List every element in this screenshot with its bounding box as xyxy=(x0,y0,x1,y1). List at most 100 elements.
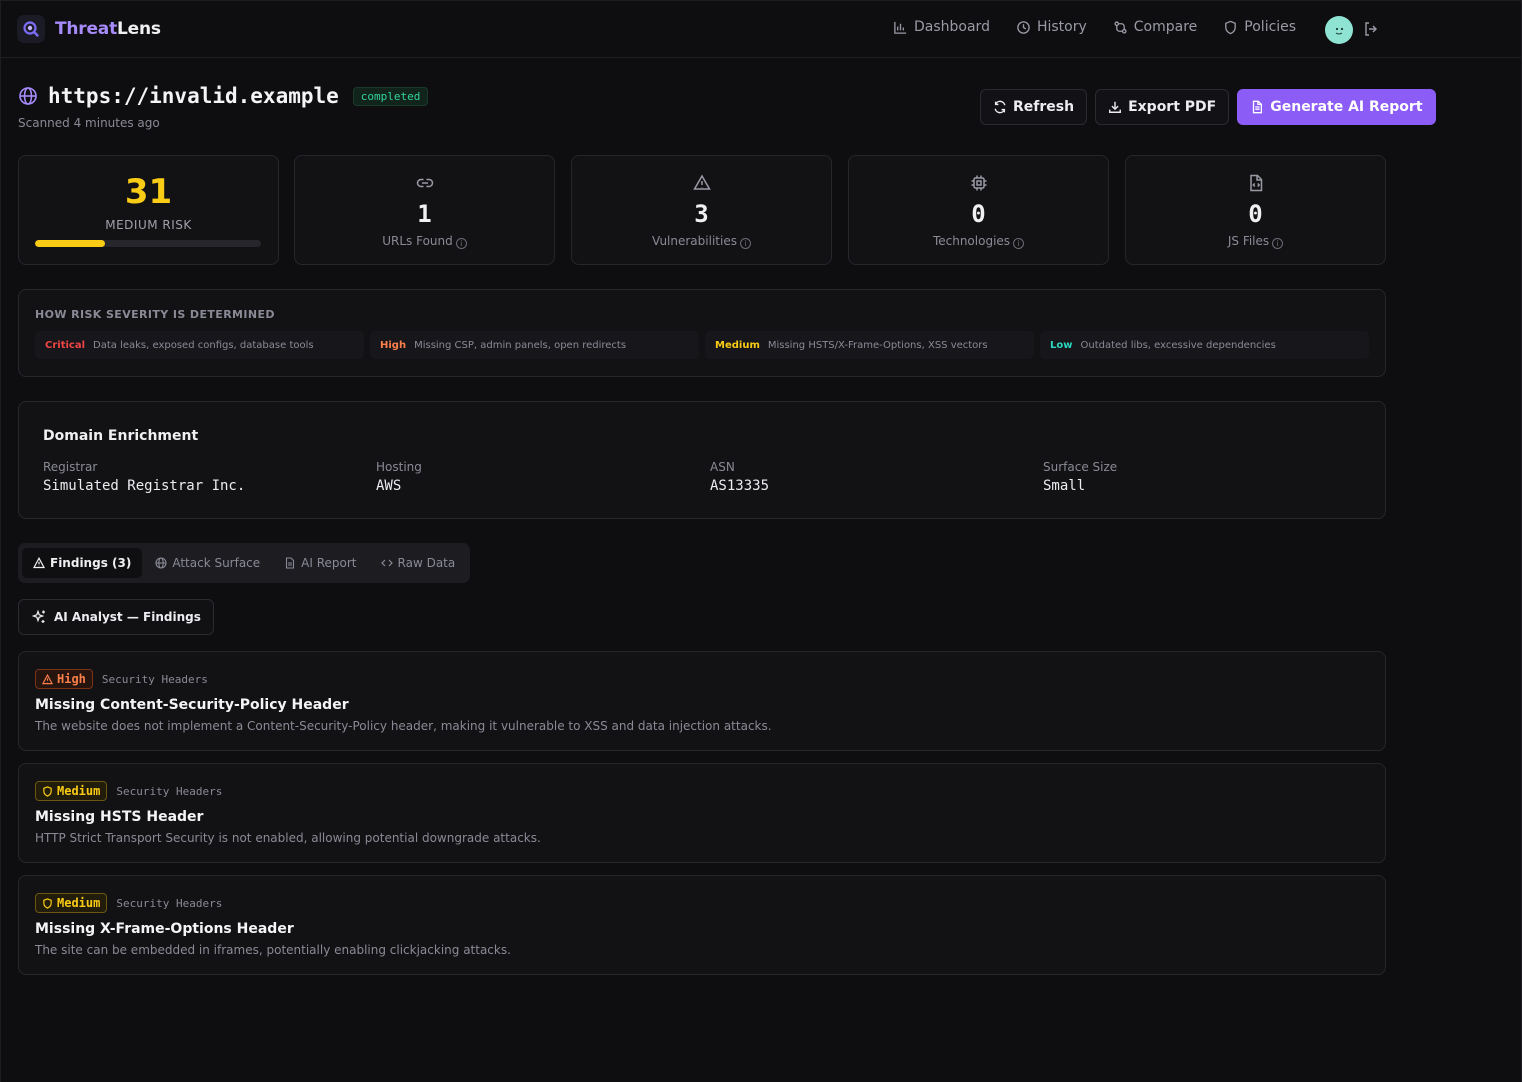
finding-description: The website does not implement a Content… xyxy=(35,719,772,733)
stat-value: 1 xyxy=(417,200,432,228)
ai-analyst-label: AI Analyst — Findings xyxy=(54,610,201,624)
severity-desc: Outdated libs, excessive dependencies xyxy=(1080,339,1276,351)
result-tabs: Findings (3) Attack Surface AI Report Ra… xyxy=(18,543,471,583)
shield-icon xyxy=(43,785,52,797)
finding-title: Missing HSTS Header xyxy=(35,809,204,825)
finding-title: Missing Content-Security-Policy Header xyxy=(35,697,349,713)
finding-category: Security Headers xyxy=(101,672,208,686)
alert-triangle-icon xyxy=(33,557,45,569)
field-key: Surface Size xyxy=(1043,460,1118,474)
tab-findings[interactable]: Findings (3) xyxy=(22,548,143,578)
finding-card[interactable]: High Security Headers Missing Content-Se… xyxy=(18,651,1386,751)
nav-dashboard[interactable]: Dashboard xyxy=(893,19,990,35)
severity-level: Low xyxy=(1050,339,1073,351)
tab-attack-surface[interactable]: Attack Surface xyxy=(144,548,271,578)
enrichment-registrar: Registrar Simulated Registrar Inc. xyxy=(43,460,245,494)
generate-label: Generate AI Report xyxy=(1270,99,1423,115)
finding-description: The site can be embedded in iframes, pot… xyxy=(35,943,511,957)
alert-triangle-icon xyxy=(692,174,711,190)
nav-compare[interactable]: Compare xyxy=(1113,19,1198,35)
severity-levels: Critical Data leaks, exposed configs, da… xyxy=(35,331,1369,359)
field-key: Hosting xyxy=(376,460,422,474)
severity-badge: Medium xyxy=(35,893,108,913)
scan-header: https://invalid.example completed xyxy=(18,84,429,108)
severity-low: Low Outdated libs, excessive dependencie… xyxy=(1040,331,1369,359)
nav-label: History xyxy=(1036,19,1087,35)
app-logo[interactable]: ThreatLens xyxy=(17,15,161,43)
field-value: AS13335 xyxy=(710,478,770,494)
enrichment-surface-size: Surface Size Small xyxy=(1043,460,1117,494)
info-icon[interactable]: i xyxy=(1013,238,1025,249)
field-key: ASN xyxy=(710,460,735,474)
risk-label: MEDIUM RISK xyxy=(105,218,192,232)
export-label: Export PDF xyxy=(1128,99,1217,115)
finding-meta: Medium Security Headers xyxy=(35,893,222,913)
tab-label: Raw Data xyxy=(397,556,456,570)
refresh-button[interactable]: Refresh xyxy=(980,89,1088,125)
code-icon xyxy=(380,559,393,567)
severity-badge: High xyxy=(35,669,93,689)
finding-card[interactable]: Medium Security Headers Missing X-Frame-… xyxy=(18,875,1386,975)
logout-icon[interactable] xyxy=(1363,21,1379,37)
generate-ai-report-button[interactable]: Generate AI Report xyxy=(1237,89,1436,125)
file-code-icon xyxy=(1249,174,1262,192)
info-icon[interactable]: i xyxy=(1272,238,1284,249)
field-value: Small xyxy=(1043,478,1086,494)
technologies-card: 0 Technologies i xyxy=(848,155,1109,265)
info-icon[interactable]: i xyxy=(455,238,467,249)
info-icon[interactable]: i xyxy=(739,238,751,249)
refresh-label: Refresh xyxy=(1013,99,1075,115)
refresh-icon xyxy=(994,100,1006,114)
scan-url: https://invalid.example xyxy=(48,84,339,108)
severity-critical: Critical Data leaks, exposed configs, da… xyxy=(35,331,364,359)
main-nav: Dashboard History Compare Policies xyxy=(893,19,1322,35)
finding-meta: High Security Headers xyxy=(35,669,208,689)
file-text-icon xyxy=(286,557,295,569)
enrichment-asn: ASN AS13335 xyxy=(710,460,769,494)
finding-meta: Medium Security Headers xyxy=(35,781,222,801)
bar-chart-icon xyxy=(894,21,907,34)
stat-value: 0 xyxy=(971,200,986,228)
nav-history[interactable]: History xyxy=(1016,19,1087,35)
risk-bar xyxy=(35,240,261,247)
stat-label: Technologies i xyxy=(849,234,1108,249)
severity-level: Medium xyxy=(715,339,760,351)
ai-analyst-button[interactable]: AI Analyst — Findings xyxy=(18,599,214,635)
finding-title: Missing X-Frame-Options Header xyxy=(35,921,294,937)
globe-icon xyxy=(19,87,37,105)
stat-label: JS Files i xyxy=(1126,234,1385,249)
urls-found-card: 1 URLs Found i xyxy=(294,155,555,265)
severity-level: Critical xyxy=(45,339,86,351)
stat-label: URLs Found i xyxy=(295,234,554,249)
user-avatar[interactable] xyxy=(1325,16,1353,44)
globe-icon xyxy=(155,557,167,569)
field-value: Simulated Registrar Inc. xyxy=(43,478,246,494)
stat-value: 0 xyxy=(1248,200,1263,228)
file-text-icon xyxy=(1253,100,1263,114)
shield-icon xyxy=(1225,20,1237,34)
finding-category: Security Headers xyxy=(116,896,223,910)
status-badge: completed xyxy=(352,86,429,106)
tab-label: Attack Surface xyxy=(172,556,261,570)
enrichment-hosting: Hosting AWS xyxy=(376,460,422,494)
risk-bar-fill xyxy=(35,240,106,247)
severity-legend: HOW RISK SEVERITY IS DETERMINED Critical… xyxy=(18,289,1386,377)
alert-triangle-icon xyxy=(42,673,53,684)
finding-description: HTTP Strict Transport Security is not en… xyxy=(35,831,541,845)
scan-timestamp: Scanned 4 minutes ago xyxy=(18,116,160,130)
vulnerabilities-card: 3 Vulnerabilities i xyxy=(571,155,832,265)
risk-score: 31 xyxy=(124,172,173,212)
severity-badge: Medium xyxy=(35,781,108,801)
nav-policies[interactable]: Policies xyxy=(1223,19,1296,35)
export-pdf-button[interactable]: Export PDF xyxy=(1095,89,1230,125)
domain-enrichment: Domain Enrichment Registrar Simulated Re… xyxy=(18,401,1386,519)
cpu-icon xyxy=(971,175,986,191)
finding-card[interactable]: Medium Security Headers Missing HSTS Hea… xyxy=(18,763,1386,863)
tab-raw-data[interactable]: Raw Data xyxy=(370,548,467,578)
enrichment-title: Domain Enrichment xyxy=(43,428,199,444)
tab-ai-report[interactable]: AI Report xyxy=(273,548,367,578)
severity-title: HOW RISK SEVERITY IS DETERMINED xyxy=(35,308,275,321)
logo-icon xyxy=(17,15,45,43)
nav-label: Compare xyxy=(1133,19,1198,35)
risk-score-card: 31 MEDIUM RISK xyxy=(18,155,279,265)
